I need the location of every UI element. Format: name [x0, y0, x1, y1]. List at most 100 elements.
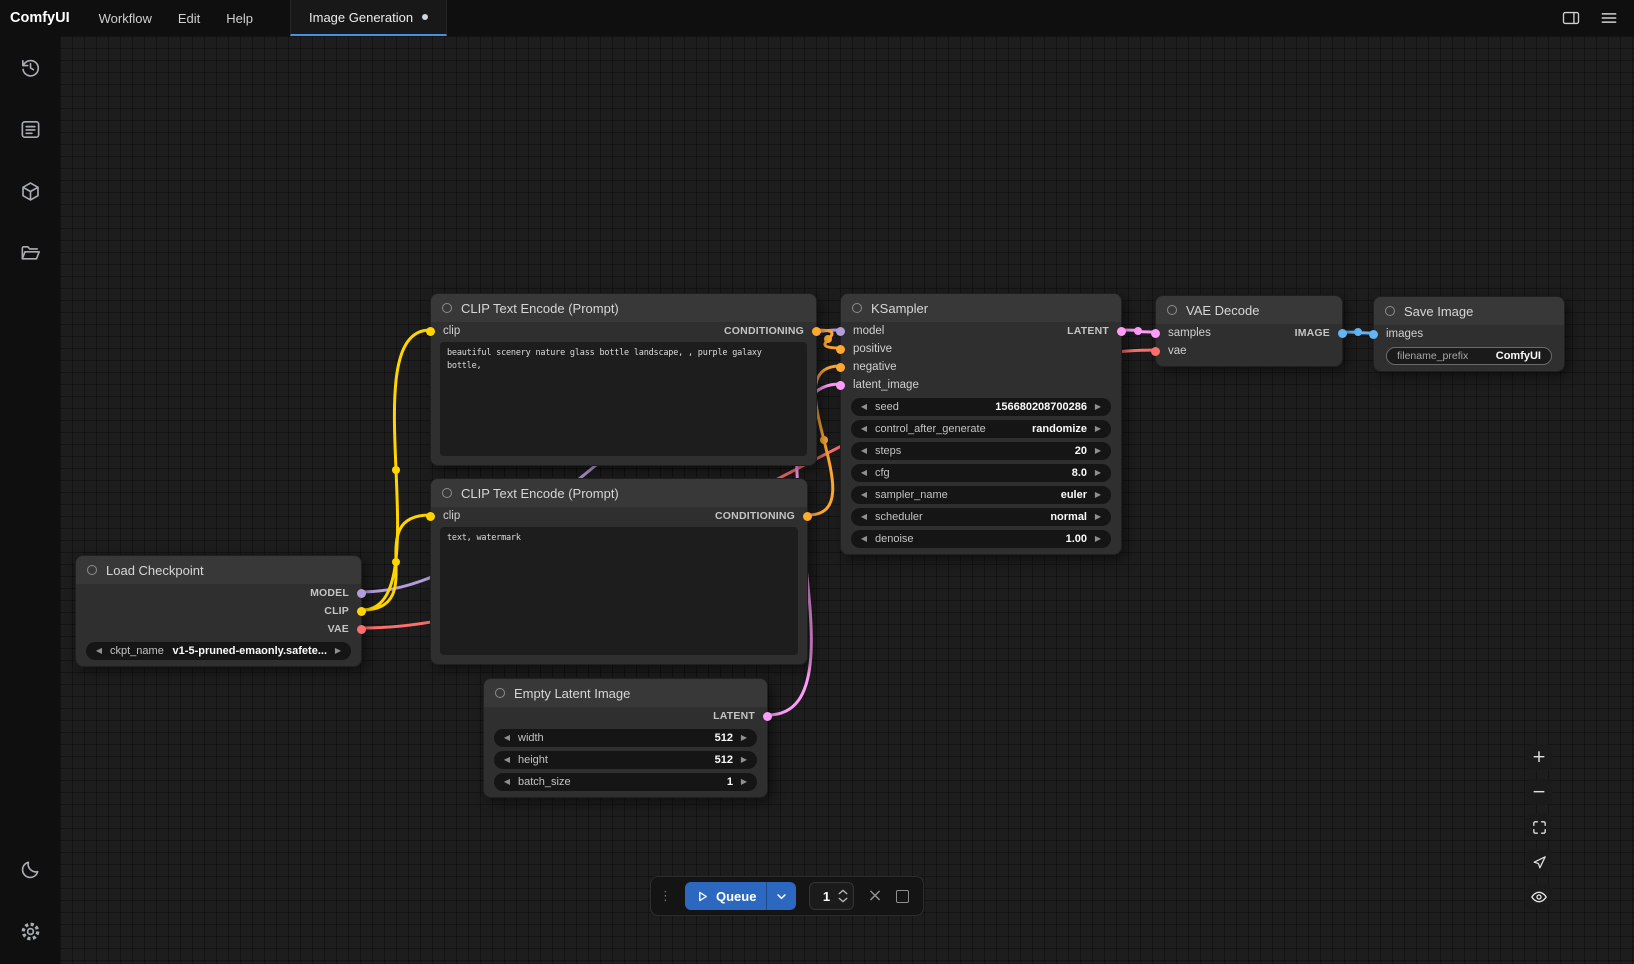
input-port-clip[interactable]	[426, 327, 435, 336]
node-empty-latent-image[interactable]: Empty Latent Image LATENT width 512 heig…	[483, 678, 768, 798]
zoom-out-button[interactable]: −	[1526, 779, 1552, 805]
fit-view-button[interactable]	[1526, 814, 1552, 840]
increment-arrow-icon[interactable]	[1092, 442, 1104, 460]
menu-workflow[interactable]: Workflow	[86, 0, 165, 36]
collapse-dot-icon[interactable]	[442, 303, 452, 313]
drag-handle-icon[interactable]: ⋮	[659, 889, 672, 904]
increment-arrow-icon[interactable]	[738, 773, 750, 791]
model-library-icon[interactable]	[17, 178, 43, 204]
node-title-bar[interactable]: KSampler	[841, 294, 1121, 322]
toggle-visibility-button[interactable]	[1526, 884, 1552, 910]
collapse-dot-icon[interactable]	[1167, 305, 1177, 315]
batch-count-stepper[interactable]: 1	[809, 882, 854, 910]
input-port-positive[interactable]	[836, 345, 845, 354]
collapse-dot-icon[interactable]	[442, 488, 452, 498]
prompt-textarea[interactable]: text, watermark	[440, 527, 798, 655]
increment-icon[interactable]	[838, 889, 848, 895]
decrement-arrow-icon[interactable]	[858, 464, 870, 482]
input-port-samples[interactable]	[1151, 329, 1160, 338]
node-save-image[interactable]: Save Image images filename_prefix ComfyU…	[1373, 296, 1565, 372]
decrement-arrow-icon[interactable]	[501, 729, 513, 747]
collapse-dot-icon[interactable]	[495, 688, 505, 698]
output-port-latent[interactable]	[763, 712, 772, 721]
collapse-dot-icon[interactable]	[852, 303, 862, 313]
decrement-arrow-icon[interactable]	[501, 751, 513, 769]
increment-arrow-icon[interactable]	[738, 751, 750, 769]
node-clip-text-encode-negative[interactable]: CLIP Text Encode (Prompt) clip CONDITION…	[430, 478, 808, 665]
input-port-clip[interactable]	[426, 512, 435, 521]
output-port-clip[interactable]	[357, 607, 366, 616]
next-value-arrow-icon[interactable]	[1092, 486, 1104, 504]
node-canvas[interactable]: Load Checkpoint MODEL CLIP VAE ckpt_name…	[60, 36, 1634, 964]
workflows-folder-icon[interactable]	[17, 240, 43, 266]
node-load-checkpoint[interactable]: Load Checkpoint MODEL CLIP VAE ckpt_name…	[75, 555, 362, 667]
widget-cfg[interactable]: cfg 8.0	[851, 464, 1111, 482]
increment-arrow-icon[interactable]	[1092, 530, 1104, 548]
next-value-arrow-icon[interactable]	[1092, 420, 1104, 438]
next-value-arrow-icon[interactable]	[332, 642, 344, 660]
increment-arrow-icon[interactable]	[1092, 398, 1104, 416]
node-clip-text-encode-positive[interactable]: CLIP Text Encode (Prompt) clip CONDITION…	[430, 293, 817, 466]
decrement-icon[interactable]	[838, 897, 848, 903]
input-port-vae[interactable]	[1151, 347, 1160, 356]
queue-button[interactable]: Queue	[685, 882, 796, 910]
next-value-arrow-icon[interactable]	[1092, 508, 1104, 526]
widget-width[interactable]: width 512	[494, 729, 757, 747]
prev-value-arrow-icon[interactable]	[93, 642, 105, 660]
prompt-textarea[interactable]: beautiful scenery nature glass bottle la…	[440, 342, 807, 456]
output-port-conditioning[interactable]	[803, 512, 812, 521]
prev-value-arrow-icon[interactable]	[858, 508, 870, 526]
node-title-bar[interactable]: Save Image	[1374, 297, 1564, 325]
input-port-model[interactable]	[836, 327, 845, 336]
decrement-arrow-icon[interactable]	[858, 530, 870, 548]
tab-image-generation[interactable]: Image Generation	[290, 0, 447, 36]
queue-options-chevron-icon[interactable]	[767, 882, 796, 910]
widget-ckpt-name[interactable]: ckpt_name v1-5-pruned-emaonly.safete...	[86, 642, 351, 660]
decrement-arrow-icon[interactable]	[858, 442, 870, 460]
output-port-image[interactable]	[1338, 329, 1347, 338]
node-ksampler[interactable]: KSampler model LATENT positive negative …	[840, 293, 1122, 555]
widget-control-after-generate[interactable]: control_after_generate randomize	[851, 420, 1111, 438]
collapse-dot-icon[interactable]	[1385, 306, 1395, 316]
panel-toggle-icon[interactable]	[1556, 4, 1586, 32]
output-port-latent[interactable]	[1117, 327, 1126, 336]
widget-height[interactable]: height 512	[494, 751, 757, 769]
node-title-bar[interactable]: CLIP Text Encode (Prompt)	[431, 479, 807, 507]
stop-icon[interactable]	[896, 890, 909, 903]
zoom-in-button[interactable]: +	[1526, 744, 1552, 770]
settings-gear-icon[interactable]	[17, 918, 43, 944]
increment-arrow-icon[interactable]	[738, 729, 750, 747]
increment-arrow-icon[interactable]	[1092, 464, 1104, 482]
output-port-model[interactable]	[357, 589, 366, 598]
widget-scheduler[interactable]: scheduler normal	[851, 508, 1111, 526]
widget-filename-prefix[interactable]: filename_prefix ComfyUI	[1386, 347, 1552, 365]
prev-value-arrow-icon[interactable]	[858, 486, 870, 504]
node-vae-decode[interactable]: VAE Decode samples IMAGE vae	[1155, 295, 1343, 367]
node-title-bar[interactable]: Empty Latent Image	[484, 679, 767, 707]
node-title-bar[interactable]: Load Checkpoint	[76, 556, 361, 584]
hamburger-menu-icon[interactable]	[1594, 4, 1624, 32]
widget-steps[interactable]: steps 20	[851, 442, 1111, 460]
select-mode-button[interactable]	[1526, 849, 1552, 875]
widget-seed[interactable]: seed 156680208700286	[851, 398, 1111, 416]
input-port-latent-image[interactable]	[836, 381, 845, 390]
input-port-images[interactable]	[1369, 330, 1378, 339]
theme-moon-icon[interactable]	[17, 856, 43, 882]
widget-denoise[interactable]: denoise 1.00	[851, 530, 1111, 548]
prev-value-arrow-icon[interactable]	[858, 420, 870, 438]
output-port-conditioning[interactable]	[812, 327, 821, 336]
decrement-arrow-icon[interactable]	[858, 398, 870, 416]
widget-batch-size[interactable]: batch_size 1	[494, 773, 757, 791]
node-title-bar[interactable]: VAE Decode	[1156, 296, 1342, 324]
decrement-arrow-icon[interactable]	[501, 773, 513, 791]
clear-queue-icon[interactable]: ×	[867, 887, 882, 905]
output-port-vae[interactable]	[357, 625, 366, 634]
node-title-bar[interactable]: CLIP Text Encode (Prompt)	[431, 294, 816, 322]
widget-sampler-name[interactable]: sampler_name euler	[851, 486, 1111, 504]
history-icon[interactable]	[17, 54, 43, 80]
collapse-dot-icon[interactable]	[87, 565, 97, 575]
node-library-icon[interactable]	[17, 116, 43, 142]
input-port-negative[interactable]	[836, 363, 845, 372]
menu-help[interactable]: Help	[213, 0, 266, 36]
menu-edit[interactable]: Edit	[165, 0, 213, 36]
